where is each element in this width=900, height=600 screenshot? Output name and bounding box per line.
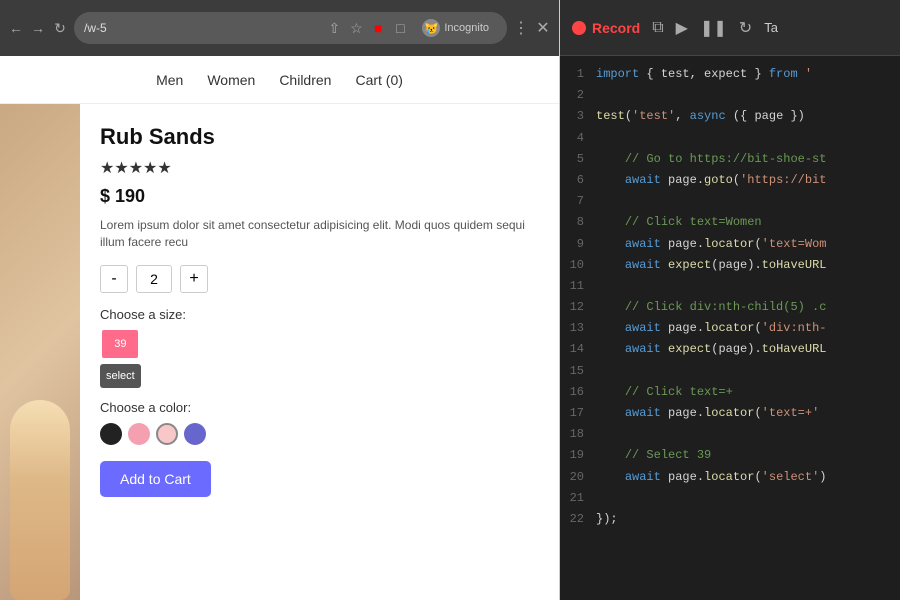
url-text: /w-5 (84, 21, 107, 35)
back-icon[interactable]: ← (8, 20, 24, 36)
record-label: Record (592, 20, 640, 36)
code-line-5: 5 // Go to https://bit-shoe-st (560, 149, 900, 170)
code-line-14: 14 await expect(page).toHaveURL (560, 339, 900, 360)
size-select-dropdown[interactable]: select (100, 364, 141, 388)
code-line-18: 18 (560, 424, 900, 445)
browser-panel: ← → ↻ /w-5 ⇧ ☆ ■ □ 😿 Incognito ⋮ ✕ Men W… (0, 0, 560, 600)
mannequin-shape (10, 400, 70, 600)
quantity-control: - 2 + (100, 265, 539, 293)
nav-cart[interactable]: Cart (0) (355, 72, 402, 88)
color-light-pink[interactable] (156, 423, 178, 445)
code-line-3: 3 test('test', async ({ page }) (560, 106, 900, 127)
color-blue[interactable] (184, 423, 206, 445)
incognito-label: Incognito (444, 22, 489, 34)
code-line-22: 22 }); (560, 509, 900, 530)
code-line-2: 2 (560, 85, 900, 106)
color-pink[interactable] (128, 423, 150, 445)
refresh-code-icon[interactable]: ↻ (739, 18, 752, 38)
browser-toolbar: ← → ↻ /w-5 ⇧ ☆ ■ □ 😿 Incognito ⋮ ✕ (0, 0, 559, 56)
copy-icon[interactable]: ⧉ (652, 19, 663, 37)
site-nav: Men Women Children Cart (0) (0, 56, 559, 104)
product-description: Lorem ipsum dolor sit amet consectetur a… (100, 217, 539, 251)
product-details: Rub Sands ★★★★★ $ 190 Lorem ipsum dolor … (80, 104, 559, 600)
quantity-display: 2 (136, 265, 172, 293)
code-line-19: 19 // Select 39 (560, 445, 900, 466)
product-image-bg (0, 104, 80, 600)
record-button[interactable]: Record (572, 20, 640, 36)
nav-women[interactable]: Women (207, 72, 255, 88)
play-icon[interactable]: ▶ (676, 18, 688, 38)
code-line-15: 15 (560, 361, 900, 382)
size-label: Choose a size: (100, 307, 539, 322)
tab-icon[interactable]: □ (392, 20, 408, 36)
color-options (100, 423, 539, 445)
quantity-increase-button[interactable]: + (180, 265, 208, 293)
close-panel-icon[interactable]: ✕ (535, 20, 551, 36)
code-panel: Record ⧉ ▶ ❚❚ ↻ Ta 1 import { test, expe… (560, 0, 900, 600)
product-name: Rub Sands (100, 124, 539, 150)
code-line-9: 9 await page.locator('text=Wom (560, 234, 900, 255)
code-line-17: 17 await page.locator('text=+' (560, 403, 900, 424)
incognito-icon: 😿 (422, 19, 440, 37)
product-image (0, 104, 80, 600)
product-area: Rub Sands ★★★★★ $ 190 Lorem ipsum dolor … (0, 104, 559, 600)
code-line-16: 16 // Click text=+ (560, 382, 900, 403)
forward-icon[interactable]: → (30, 20, 46, 36)
product-stars: ★★★★★ (100, 158, 539, 178)
tab-label: Ta (764, 20, 778, 35)
add-to-cart-button[interactable]: Add to Cart (100, 461, 211, 497)
nav-men[interactable]: Men (156, 72, 183, 88)
pause-icon[interactable]: ❚❚ (700, 18, 727, 38)
star-icon[interactable]: ☆ (348, 20, 364, 36)
incognito-badge: 😿 Incognito (414, 16, 497, 40)
code-line-20: 20 await page.locator('select') (560, 467, 900, 488)
share-icon[interactable]: ⇧ (326, 20, 342, 36)
menu-icon[interactable]: ⋮ (513, 20, 529, 36)
nav-children[interactable]: Children (279, 72, 331, 88)
code-toolbar: Record ⧉ ▶ ❚❚ ↻ Ta (560, 0, 900, 56)
code-line-4: 4 (560, 128, 900, 149)
code-line-8: 8 // Click text=Women (560, 212, 900, 233)
code-content: 1 import { test, expect } from ' 2 3 tes… (560, 56, 900, 600)
url-bar[interactable]: /w-5 ⇧ ☆ ■ □ 😿 Incognito (74, 12, 507, 44)
color-label: Choose a color: (100, 400, 539, 415)
code-line-7: 7 (560, 191, 900, 212)
code-line-6: 6 await page.goto('https://bit (560, 170, 900, 191)
product-price: $ 190 (100, 186, 539, 207)
code-line-13: 13 await page.locator('div:nth- (560, 318, 900, 339)
record-dot-icon (572, 21, 586, 35)
color-black[interactable] (100, 423, 122, 445)
selected-size-box[interactable]: 39 (102, 330, 138, 358)
refresh-icon[interactable]: ↻ (52, 20, 68, 36)
size-selector-area: 39 select (100, 330, 539, 388)
extension-icon[interactable]: ■ (370, 20, 386, 36)
code-line-10: 10 await expect(page).toHaveURL (560, 255, 900, 276)
code-line-12: 12 // Click div:nth-child(5) .c (560, 297, 900, 318)
quantity-decrease-button[interactable]: - (100, 265, 128, 293)
code-line-21: 21 (560, 488, 900, 509)
code-line-1: 1 import { test, expect } from ' (560, 64, 900, 85)
code-line-11: 11 (560, 276, 900, 297)
